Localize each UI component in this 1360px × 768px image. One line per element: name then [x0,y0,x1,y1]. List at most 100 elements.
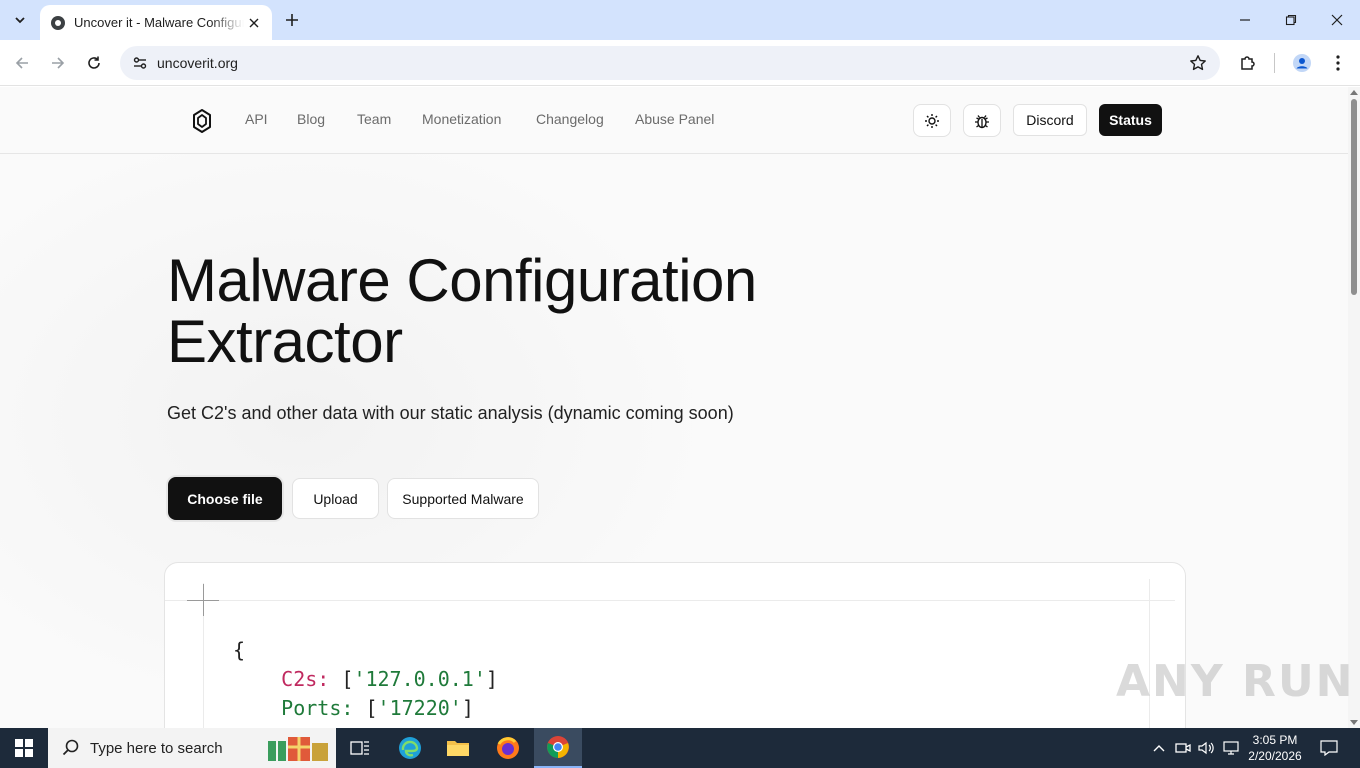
tab-search-button[interactable] [7,7,33,33]
sun-icon [925,113,939,128]
site-header: API Blog Team Monetization Changelog Abu… [0,87,1348,154]
page-scrollbar[interactable] [1348,87,1360,728]
back-button[interactable] [6,47,38,79]
nav-link-blog[interactable]: Blog [297,111,325,127]
notification-icon [1320,740,1338,756]
start-button[interactable] [0,728,48,768]
code-value-c2s: '127.0.0.1' [353,667,486,691]
reload-button[interactable] [78,47,110,79]
nav-link-team[interactable]: Team [357,111,391,127]
code-open-brace: { [233,638,246,662]
taskbar-clock[interactable]: 3:05 PM 2/20/2026 [1244,732,1306,764]
site-info-button[interactable] [128,51,152,75]
status-button[interactable]: Status [1099,104,1162,136]
nav-link-monetization[interactable]: Monetization [422,111,501,127]
plus-icon [286,14,298,26]
page-title: Malware Configuration Extractor [167,250,867,372]
gift-icon [268,737,328,761]
config-output-card: { C2s: ['127.0.0.1'] Ports: ['17220'] [164,562,1186,728]
page-viewport: API Blog Team Monetization Changelog Abu… [0,87,1348,728]
toolbar-divider [1274,53,1275,73]
site-favicon-icon [51,15,65,30]
page-subtitle: Get C2's and other data with our static … [167,403,734,423]
address-url: uncoverit.org [157,55,238,71]
tab-close-button[interactable] [244,13,264,33]
arrow-right-icon [52,57,65,69]
page-title-line-2: Extractor [167,308,403,375]
nav-link-abuse-panel[interactable]: Abuse Panel [635,111,714,127]
taskbar-search-placeholder: Type here to search [90,739,223,757]
browser-tab-strip: Uncover it - Malware Configuration Extra… [0,0,1360,40]
taskbar-firefox-button[interactable] [484,728,532,768]
window-close-button[interactable] [1314,0,1360,40]
window-restore-button[interactable] [1268,0,1314,40]
crosshair-decoration [203,584,204,616]
bug-icon [975,114,989,128]
reload-icon [88,56,100,69]
puzzle-icon [1241,56,1255,70]
upload-button[interactable]: Upload [292,478,379,519]
minimize-icon [1240,19,1250,21]
report-bug-button[interactable] [963,104,1001,137]
windows-logo-icon [15,739,33,757]
edge-icon [399,737,421,759]
profile-button[interactable] [1286,47,1318,79]
clock-date: 2/20/2026 [1248,749,1302,763]
tray-meet-button[interactable] [1172,728,1194,768]
close-icon [1331,14,1343,26]
window-minimize-button[interactable] [1222,0,1268,40]
choose-file-button[interactable]: Choose file [168,477,282,520]
browser-menu-button[interactable] [1322,47,1354,79]
anyrun-watermark: ANY RUN [1116,656,1355,707]
chevron-down-icon [15,17,25,24]
taskbar-chrome-button[interactable] [534,728,582,768]
firefox-icon [497,737,519,759]
config-code-block: { C2s: ['127.0.0.1'] Ports: ['17220'] [233,638,498,720]
search-icon [62,739,79,756]
speaker-icon [1198,741,1214,755]
clock-time: 3:05 PM [1252,733,1298,747]
camera-icon [1175,743,1191,753]
taskbar-file-explorer-button[interactable] [434,728,482,768]
tray-volume-button[interactable] [1196,728,1218,768]
taskbar-edge-button[interactable] [386,728,434,768]
tune-icon [133,57,147,69]
star-icon [1190,55,1206,71]
code-key-ports: Ports [281,696,342,720]
scrollbar-thumb[interactable] [1351,99,1357,295]
taskbar-search-box[interactable]: Type here to search [48,728,336,768]
new-tab-button[interactable] [280,8,304,32]
windows-taskbar: Type here to search 3:05 PM 2/20/2026 [0,728,1360,768]
extensions-button[interactable] [1232,47,1264,79]
forward-button[interactable] [42,47,74,79]
kebab-icon [1336,55,1340,71]
folder-icon [447,741,469,756]
code-key-c2s: C2s [281,667,318,691]
card-grid-line [165,600,1175,601]
task-view-button[interactable] [336,728,384,768]
discord-button[interactable]: Discord [1013,104,1087,136]
browser-tab-active[interactable]: Uncover it - Malware Configuration Extra… [40,5,272,40]
scroll-down-arrow-icon[interactable] [1350,720,1358,725]
supported-malware-button[interactable]: Supported Malware [387,478,539,519]
tray-overflow-button[interactable] [1148,728,1170,768]
nav-link-changelog[interactable]: Changelog [536,111,604,127]
close-icon [249,18,259,27]
scroll-up-arrow-icon[interactable] [1350,90,1358,95]
task-view-icon [350,741,369,755]
theme-toggle-button[interactable] [913,104,951,137]
tray-network-button[interactable] [1220,728,1242,768]
code-value-ports: '17220' [377,696,462,720]
chrome-icon [547,736,569,758]
nav-link-api[interactable]: API [245,111,268,127]
bookmark-button[interactable] [1186,51,1210,75]
restore-icon [1285,14,1297,26]
page-title-line-1: Malware Configuration [167,247,757,314]
arrow-left-icon [15,57,28,69]
chevron-up-icon [1153,745,1165,752]
network-icon [1223,741,1239,755]
uncoverit-logo-icon[interactable] [190,108,214,134]
address-bar[interactable]: uncoverit.org [120,46,1220,80]
tab-title: Uncover it - Malware Configuration Extra… [74,15,244,30]
notifications-button[interactable] [1314,728,1344,768]
